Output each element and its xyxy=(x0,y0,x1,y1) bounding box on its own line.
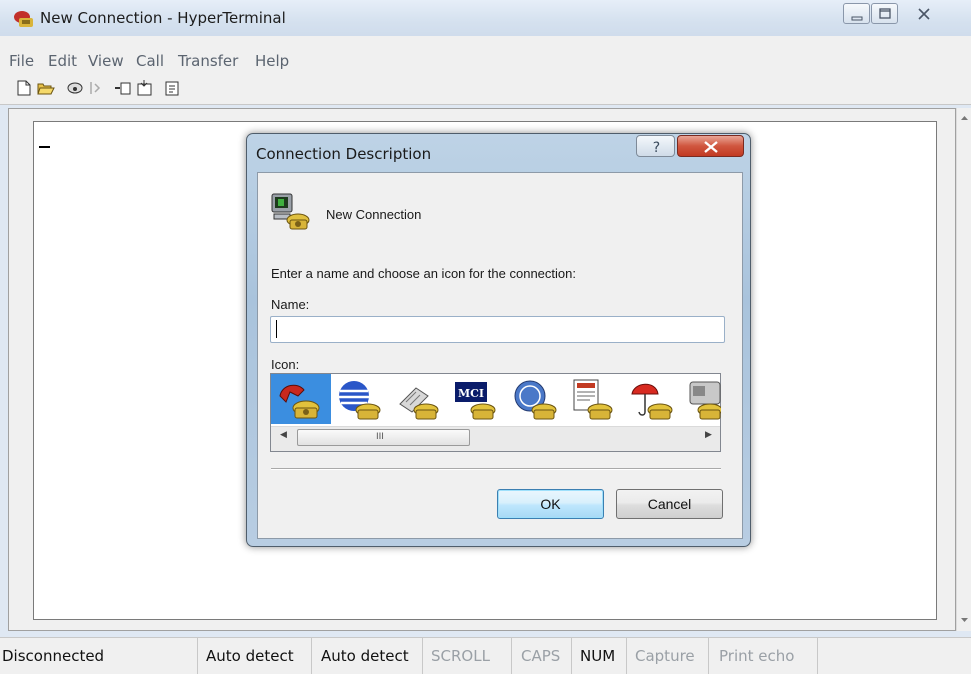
menu-call[interactable]: Call xyxy=(136,52,164,70)
prompt-text: Enter a name and choose an icon for the … xyxy=(271,266,576,281)
menu-file[interactable]: File xyxy=(9,52,34,70)
window-title: New Connection - HyperTerminal xyxy=(40,9,286,27)
vertical-scrollbar[interactable] xyxy=(956,108,971,631)
status-bar: Disconnected Auto detect Auto detect SCR… xyxy=(0,637,971,674)
status-scroll: SCROLL xyxy=(423,638,512,674)
menu-view[interactable]: View xyxy=(88,52,124,70)
properties-icon[interactable] xyxy=(164,80,182,96)
close-icon xyxy=(918,8,930,20)
ge-phone-icon[interactable] xyxy=(512,378,558,422)
new-icon[interactable] xyxy=(15,80,33,96)
svg-text:MCI: MCI xyxy=(458,387,484,400)
icon-label: Icon: xyxy=(271,357,300,372)
name-input[interactable] xyxy=(270,316,725,343)
status-num: NUM xyxy=(572,638,627,674)
minimize-icon xyxy=(851,16,863,21)
maximize-button[interactable] xyxy=(871,3,898,24)
close-button[interactable] xyxy=(900,3,946,24)
help-button[interactable]: ? xyxy=(636,135,675,157)
umbrella-phone-icon[interactable] xyxy=(628,378,674,422)
red-phone-icon[interactable] xyxy=(276,378,322,422)
menu-transfer[interactable]: Transfer xyxy=(178,52,238,70)
globe-phone-icon[interactable] xyxy=(336,378,382,422)
send-icon[interactable] xyxy=(114,80,132,96)
status-print-echo: Print echo xyxy=(709,638,818,674)
minimize-button[interactable] xyxy=(843,3,870,24)
status-capture: Capture xyxy=(627,638,709,674)
connection-name-label: New Connection xyxy=(326,207,422,222)
name-input-caret xyxy=(276,320,277,338)
name-label: Name: xyxy=(271,297,310,312)
svg-text:?: ? xyxy=(653,140,660,156)
scroll-right-icon[interactable]: ▶ xyxy=(705,430,712,440)
device-phone-icon[interactable] xyxy=(684,378,721,422)
scroll-thumb-grip: III xyxy=(376,432,384,442)
status-detect-2: Auto detect xyxy=(312,638,423,674)
status-caps: CAPS xyxy=(512,638,572,674)
fax-phone-icon[interactable] xyxy=(394,378,440,422)
terminal-cursor xyxy=(39,146,50,148)
cancel-button[interactable]: Cancel xyxy=(616,489,723,519)
maximize-icon xyxy=(879,8,891,19)
status-detect-1: Auto detect xyxy=(198,638,312,674)
scroll-left-icon[interactable]: ◀ xyxy=(280,430,287,440)
scroll-arrows-icon xyxy=(961,116,968,622)
ok-button[interactable]: OK xyxy=(497,489,604,519)
help-icon: ? xyxy=(653,140,660,156)
mci-phone-icon[interactable]: MCI xyxy=(453,378,499,422)
dialog-title: Connection Description xyxy=(256,145,432,163)
open-icon[interactable] xyxy=(37,80,55,96)
dialog-body xyxy=(257,172,743,539)
status-connection: Disconnected xyxy=(0,638,198,674)
document-phone-icon[interactable] xyxy=(570,378,616,422)
hyperterminal-app-icon xyxy=(14,11,33,27)
menu-edit[interactable]: Edit xyxy=(48,52,77,70)
receive-icon[interactable] xyxy=(136,80,154,96)
dialog-separator xyxy=(271,468,721,470)
menu-help[interactable]: Help xyxy=(255,52,289,70)
disconnect-icon[interactable] xyxy=(87,80,105,96)
connection-computer-icon xyxy=(271,193,310,230)
close-icon xyxy=(704,141,718,153)
dialog-close-button[interactable] xyxy=(677,135,744,157)
call-icon[interactable] xyxy=(66,80,84,96)
